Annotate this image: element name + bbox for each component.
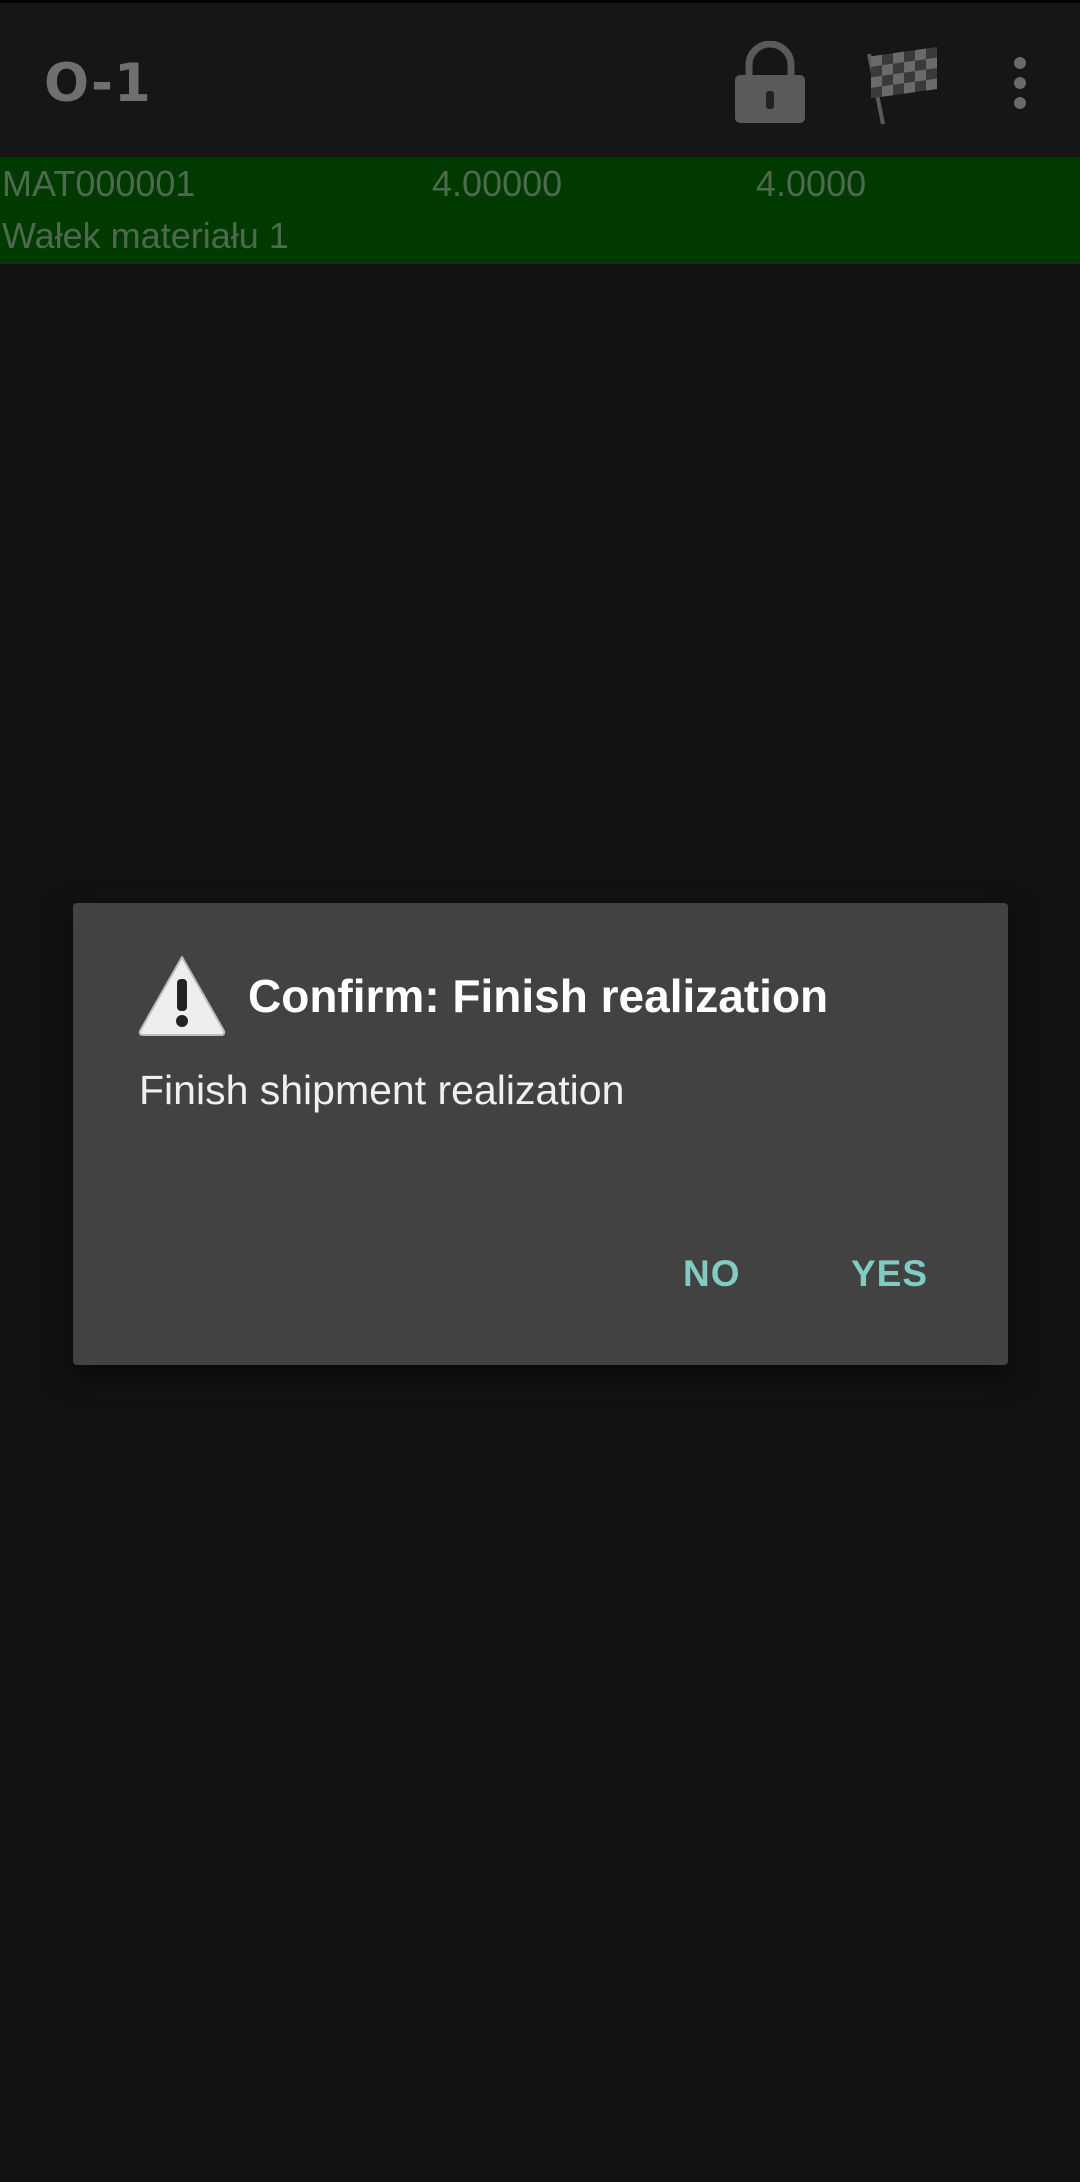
lock-icon	[735, 41, 805, 123]
no-button[interactable]: NO	[667, 1243, 757, 1305]
more-vert-icon	[1014, 57, 1026, 109]
overflow-menu-button[interactable]	[980, 33, 1060, 133]
dialog-message: Finish shipment realization	[139, 1067, 625, 1113]
list-item[interactable]: MAT000001 4.00000 4.0000 Wałek materiału…	[0, 157, 1080, 264]
screen: O-1 MAT000001 4.00000 4.0000 Wałek mater…	[0, 0, 1080, 2182]
finish-flag-button[interactable]	[852, 33, 952, 133]
yes-button[interactable]: YES	[835, 1243, 944, 1305]
app-toolbar: O-1	[0, 0, 1080, 157]
confirm-dialog: Confirm: Finish realization Finish shipm…	[73, 903, 1008, 1365]
item-quantity-realized: 4.0000	[756, 163, 867, 204]
lock-button[interactable]	[720, 33, 820, 133]
toolbar-title: O-1	[44, 53, 152, 114]
warning-icon	[138, 956, 226, 1036]
item-quantity-ordered: 4.00000	[432, 163, 563, 204]
dialog-title: Confirm: Finish realization	[248, 970, 829, 1022]
item-name: Wałek materiału 1	[2, 215, 289, 256]
checkered-flag-icon	[867, 47, 937, 125]
item-code: MAT000001	[2, 163, 196, 204]
